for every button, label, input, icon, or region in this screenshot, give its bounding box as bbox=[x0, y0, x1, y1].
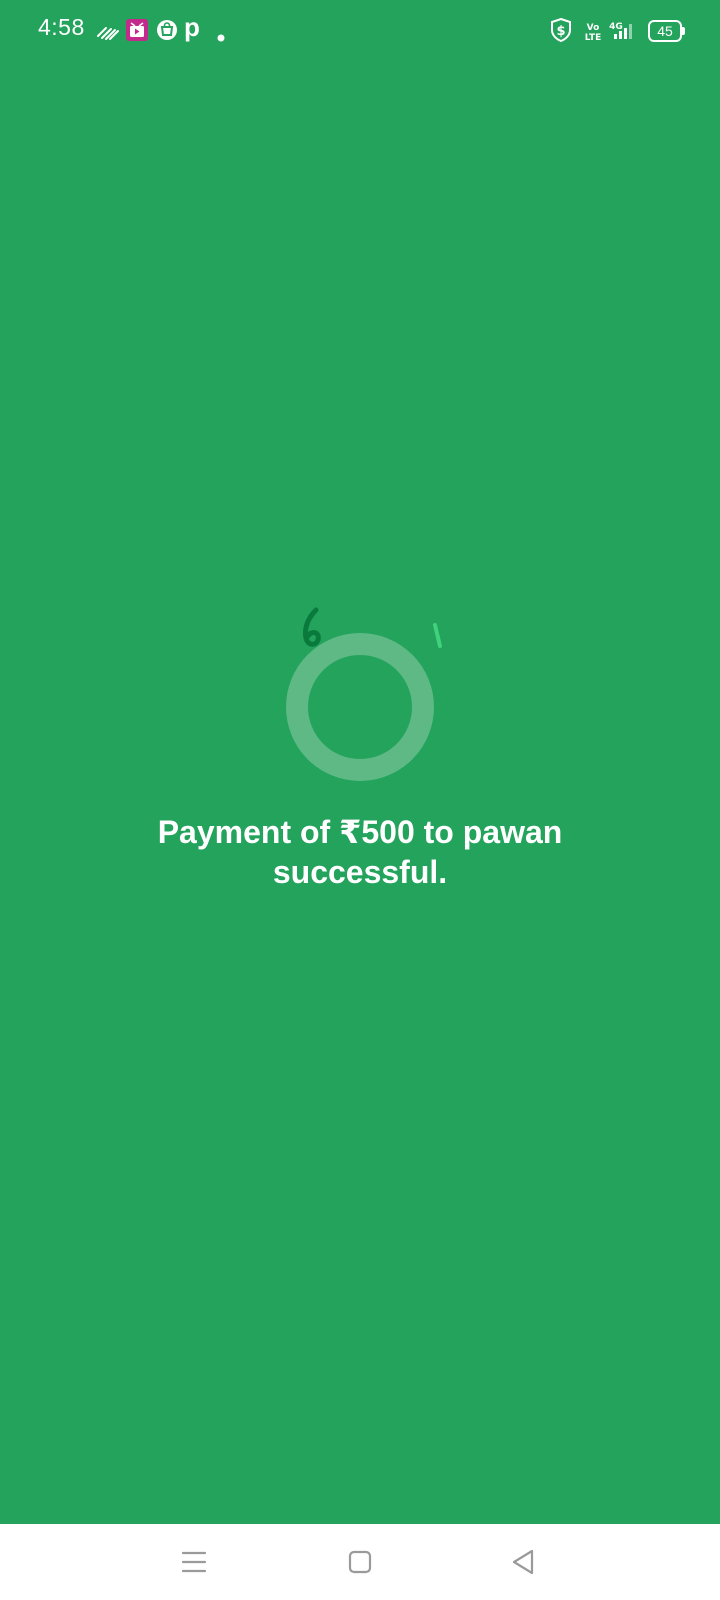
bag-icon bbox=[157, 20, 177, 40]
home-icon[interactable] bbox=[340, 1542, 380, 1582]
spark-icon bbox=[433, 623, 442, 648]
cellular-signal-icon: 4G bbox=[609, 22, 632, 39]
svg-text:4G: 4G bbox=[609, 22, 623, 32]
message-line-2: successful. bbox=[272, 854, 448, 890]
paytm-p-icon: p bbox=[184, 12, 200, 42]
signal-waves-icon bbox=[97, 27, 119, 40]
payment-success-screen: 4:58 p $ Vo LTE 4G 45 Payment of ₹500 to… bbox=[0, 0, 720, 1600]
progress-ring-icon bbox=[286, 633, 434, 781]
status-time: 4:58 bbox=[38, 14, 85, 40]
shield-dollar-icon: $ bbox=[551, 18, 571, 42]
volte-icon: Vo LTE bbox=[585, 23, 602, 43]
svg-text:Vo: Vo bbox=[587, 23, 600, 33]
battery-level: 45 bbox=[657, 23, 673, 39]
svg-text:$: $ bbox=[556, 24, 565, 39]
message-line-1: Payment of ₹500 to pawan bbox=[157, 814, 563, 850]
battery-icon: 45 bbox=[648, 20, 685, 42]
spark-icon bbox=[303, 607, 321, 647]
status-bar: 4:58 p $ Vo LTE 4G 45 bbox=[0, 0, 720, 62]
video-app-icon bbox=[126, 19, 148, 41]
navigation-bar bbox=[0, 1524, 720, 1600]
svg-text:LTE: LTE bbox=[585, 33, 602, 43]
dot-icon bbox=[217, 34, 225, 42]
back-icon[interactable] bbox=[504, 1542, 544, 1582]
menu-icon[interactable] bbox=[174, 1542, 214, 1582]
loading-animation bbox=[0, 600, 720, 800]
payment-success-message: Payment of ₹500 to pawan successful. bbox=[0, 812, 720, 892]
